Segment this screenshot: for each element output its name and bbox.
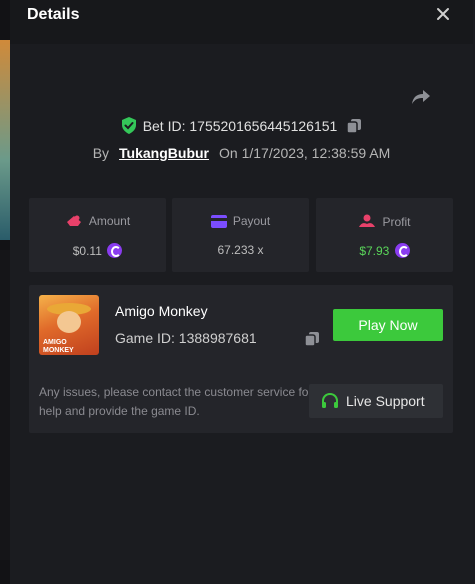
bet-details-modal: Details Bet ID: 1755201656445126151 By Tu… bbox=[10, 0, 473, 584]
support-help-text: Any issues, please contact the customer … bbox=[39, 385, 313, 418]
bet-datetime: 1/17/2023, 12:38:59 AM bbox=[241, 145, 391, 161]
game-id-row: Game ID: 1388987681 bbox=[115, 330, 257, 346]
play-now-button[interactable]: Play Now bbox=[333, 309, 443, 341]
thumbnail-monkey bbox=[57, 311, 81, 333]
stat-profit-value-row: $7.93 bbox=[316, 243, 453, 258]
live-support-label: Live Support bbox=[346, 393, 425, 409]
game-id-label: Game ID: bbox=[115, 330, 175, 346]
modal-title: Details bbox=[27, 6, 80, 23]
stat-amount: Amount $0.11 bbox=[29, 198, 166, 272]
bet-id-value: 1755201656445126151 bbox=[189, 118, 338, 134]
game-thumbnail[interactable]: AMIGO MONKEY bbox=[39, 295, 99, 355]
thumbnail-logo: AMIGO MONKEY bbox=[43, 339, 74, 354]
stat-amount-label: Amount bbox=[88, 214, 131, 228]
stat-amount-value: $0.11 bbox=[72, 244, 102, 258]
stat-payout-label: Payout bbox=[232, 214, 271, 228]
game-id-value: 1388987681 bbox=[178, 330, 257, 346]
stat-payout: Payout 67.233 x bbox=[172, 198, 309, 272]
amount-icon bbox=[66, 215, 81, 226]
stat-profit-value: $7.93 bbox=[359, 244, 390, 258]
modal-header: Details bbox=[10, 0, 473, 44]
payout-icon bbox=[210, 215, 227, 228]
coin-icon bbox=[107, 243, 123, 258]
shield-check-icon bbox=[121, 117, 137, 137]
stat-amount-label-row: Amount bbox=[29, 214, 166, 228]
headset-icon bbox=[322, 392, 338, 408]
copy-icon[interactable] bbox=[304, 331, 320, 352]
game-panel: AMIGO MONKEY Amigo Monkey Game ID: 13889… bbox=[29, 285, 453, 433]
stat-profit: Profit $7.93 bbox=[316, 198, 453, 272]
background-panel bbox=[0, 250, 10, 560]
stat-profit-label-row: Profit bbox=[316, 214, 453, 229]
on-label: On bbox=[219, 145, 238, 161]
stat-payout-value: 67.233 x bbox=[217, 243, 264, 257]
copy-icon[interactable] bbox=[346, 118, 362, 137]
username-link[interactable]: TukangBubur bbox=[119, 145, 209, 161]
game-name: Amigo Monkey bbox=[115, 303, 208, 319]
bet-id-line: Bet ID: 1755201656445126151 bbox=[10, 117, 473, 137]
live-support-button[interactable]: Live Support bbox=[309, 384, 443, 418]
profit-icon bbox=[359, 214, 376, 227]
coin-icon bbox=[394, 243, 410, 258]
share-icon[interactable] bbox=[410, 86, 432, 108]
stat-amount-value-row: $0.11 bbox=[29, 243, 166, 258]
background-game-card bbox=[0, 40, 10, 240]
close-icon[interactable] bbox=[434, 5, 452, 23]
stat-profit-label: Profit bbox=[382, 215, 411, 229]
bet-id-label: Bet ID: bbox=[142, 118, 186, 134]
bet-meta-line: By TukangBubur On 1/17/2023, 12:38:59 AM bbox=[10, 145, 473, 161]
stat-payout-label-row: Payout bbox=[172, 214, 309, 228]
by-label: By bbox=[92, 145, 110, 161]
